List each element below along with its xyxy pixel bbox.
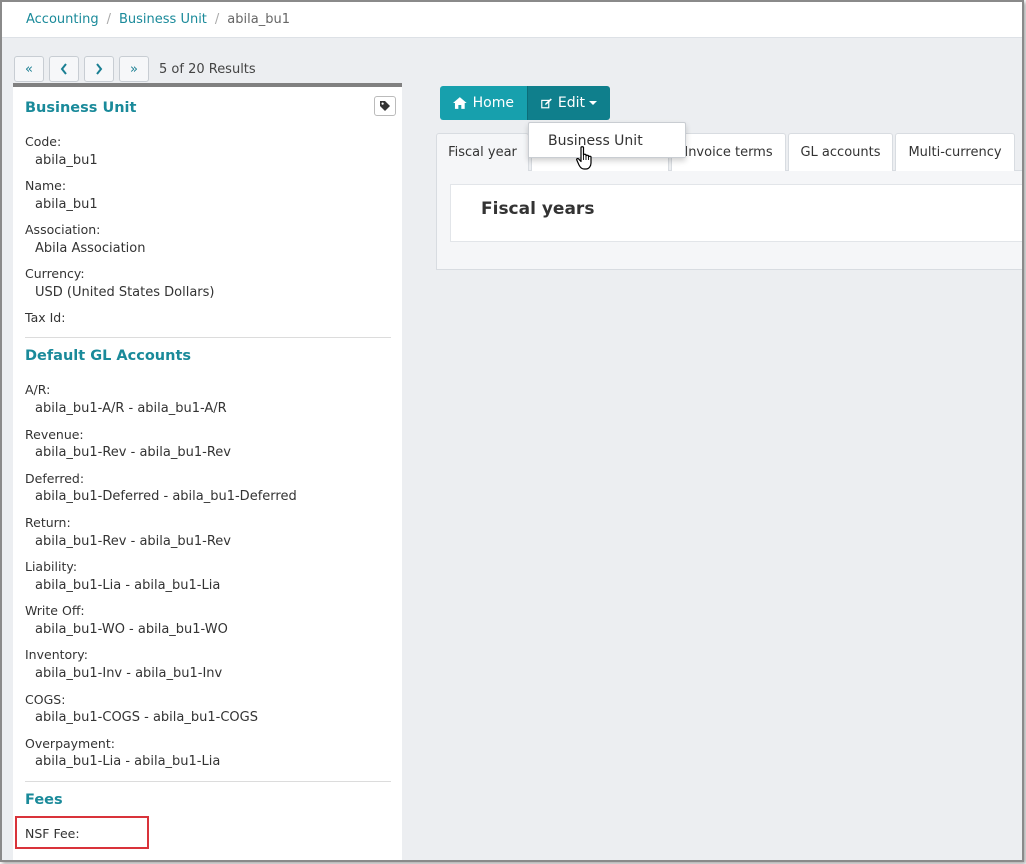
chevron-right-icon <box>96 63 103 75</box>
edit-button-label: Edit <box>557 95 585 111</box>
overpayment-value: abila_bu1-Lia - abila_bu1-Lia <box>35 754 221 769</box>
edit-dropdown-button[interactable]: Edit <box>527 86 610 120</box>
deferred-label: Deferred: <box>25 471 85 486</box>
ar-value: abila_bu1-A/R - abila_bu1-A/R <box>35 401 227 416</box>
inventory-value: abila_bu1-Inv - abila_bu1-Inv <box>35 666 223 681</box>
revenue-label: Revenue: <box>25 427 84 442</box>
breadcrumb: Accounting / Business Unit / abila_bu1 <box>2 2 1022 38</box>
record-pager: « » 5 of 20 Results <box>14 56 256 82</box>
breadcrumb-business-unit[interactable]: Business Unit <box>119 12 207 27</box>
revenue-value: abila_bu1-Rev - abila_bu1-Rev <box>35 445 231 460</box>
tag-icon <box>380 101 390 111</box>
tag-button[interactable] <box>374 96 396 116</box>
business-unit-heading: Business Unit <box>25 100 137 116</box>
home-button-label: Home <box>472 95 514 111</box>
name-label: Name: <box>25 178 67 193</box>
app-window: Accounting / Business Unit / abila_bu1 « » 5… <box>0 0 1024 862</box>
tab-multi-currency[interactable]: Multi-currency <box>895 133 1015 171</box>
breadcrumb-current: abila_bu1 <box>227 12 290 27</box>
hand-cursor-icon <box>576 146 592 170</box>
menu-item-business-unit[interactable]: Business Unit <box>529 125 685 157</box>
cogs-value: abila_bu1-COGS - abila_bu1-COGS <box>35 710 258 725</box>
next-page-button[interactable] <box>84 56 114 82</box>
breadcrumb-accounting[interactable]: Accounting <box>26 12 99 27</box>
tab-fiscal-year[interactable]: Fiscal year <box>436 133 529 171</box>
ar-label: A/R: <box>25 382 51 397</box>
write-off-value: abila_bu1-WO - abila_bu1-WO <box>35 622 228 637</box>
first-page-button[interactable]: « <box>14 56 44 82</box>
return-label: Return: <box>25 515 71 530</box>
caret-down-icon <box>589 101 597 105</box>
fees-heading: Fees <box>25 792 63 808</box>
return-value: abila_bu1-Rev - abila_bu1-Rev <box>35 534 231 549</box>
currency-label: Currency: <box>25 266 85 281</box>
edit-dropdown-menu: Business Unit <box>528 122 686 158</box>
fiscal-years-card: Fiscal years <box>450 184 1022 242</box>
overpayment-label: Overpayment: <box>25 736 115 751</box>
default-gl-accounts-heading: Default GL Accounts <box>25 348 192 364</box>
liability-value: abila_bu1-Lia - abila_bu1-Lia <box>35 578 221 593</box>
inventory-label: Inventory: <box>25 647 89 662</box>
write-off-label: Write Off: <box>25 603 85 618</box>
results-count: 5 of 20 Results <box>159 61 256 77</box>
home-icon <box>453 97 467 109</box>
cogs-label: COGS: <box>25 692 66 707</box>
tab-bar: Fiscal year Invoice terms GL accounts Mu… <box>436 133 1017 171</box>
last-page-button[interactable]: » <box>119 56 149 82</box>
association-value: Abila Association <box>35 241 146 256</box>
edit-icon <box>541 97 552 108</box>
tab-gl-accounts[interactable]: GL accounts <box>788 133 893 171</box>
association-label: Association: <box>25 222 101 237</box>
tab-invoice-terms[interactable]: Invoice terms <box>671 133 786 171</box>
liability-label: Liability: <box>25 559 78 574</box>
section-divider <box>25 781 391 782</box>
code-label: Code: <box>25 134 62 149</box>
deferred-value: abila_bu1-Deferred - abila_bu1-Deferred <box>35 489 297 504</box>
business-unit-summary-panel: Business Unit Code: abila_bu1 Name: abil… <box>13 83 402 860</box>
highlight-annotation <box>15 816 149 849</box>
home-button[interactable]: Home <box>440 86 527 120</box>
section-divider <box>25 337 391 338</box>
prev-page-button[interactable] <box>49 56 79 82</box>
breadcrumb-separator: / <box>214 12 220 27</box>
tax-id-label: Tax Id: <box>25 310 66 325</box>
chevron-left-icon <box>60 63 67 75</box>
name-value: abila_bu1 <box>35 197 98 212</box>
breadcrumb-separator: / <box>106 12 111 27</box>
action-toolbar: Home Edit <box>440 86 610 120</box>
currency-value: USD (United States Dollars) <box>35 285 215 300</box>
fiscal-years-title: Fiscal years <box>481 199 595 219</box>
code-value: abila_bu1 <box>35 153 98 168</box>
